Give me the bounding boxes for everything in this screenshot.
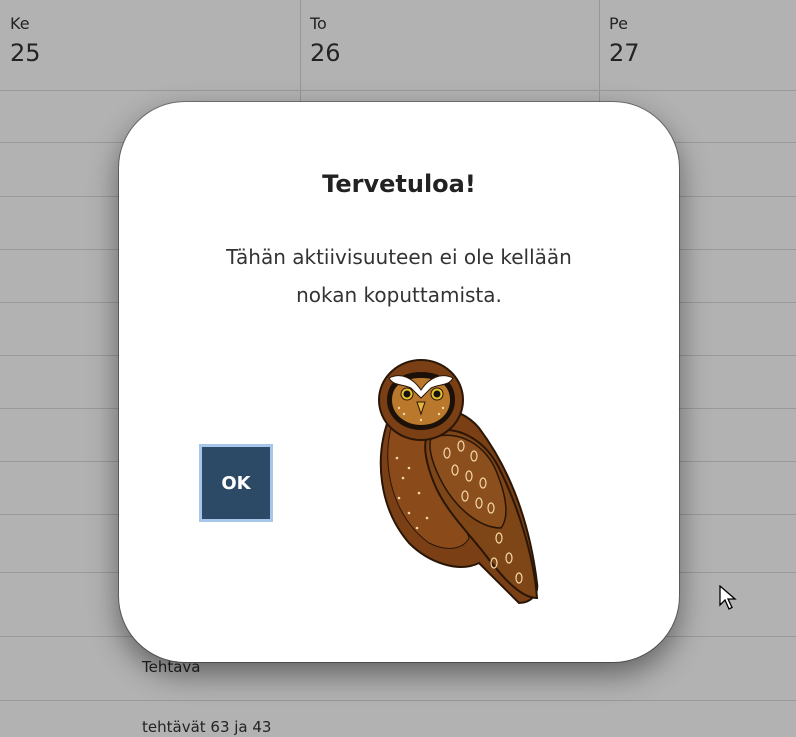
dialog-message-line: nokan koputtamista. (296, 283, 502, 307)
owl-illustration (378, 359, 539, 605)
dialog-message-line: Tähän aktiivisuuteen ei ole kellään (226, 245, 572, 269)
mouse-pointer-icon (719, 585, 737, 610)
welcome-dialog: Tervetuloa! Tähän aktiivisuuteen ei ole … (119, 102, 679, 662)
dialog-title: Tervetuloa! (322, 170, 476, 198)
dialog-message: Tähän aktiivisuuteen ei ole kellään noka… (209, 238, 589, 314)
ok-button[interactable]: OK (199, 444, 273, 522)
